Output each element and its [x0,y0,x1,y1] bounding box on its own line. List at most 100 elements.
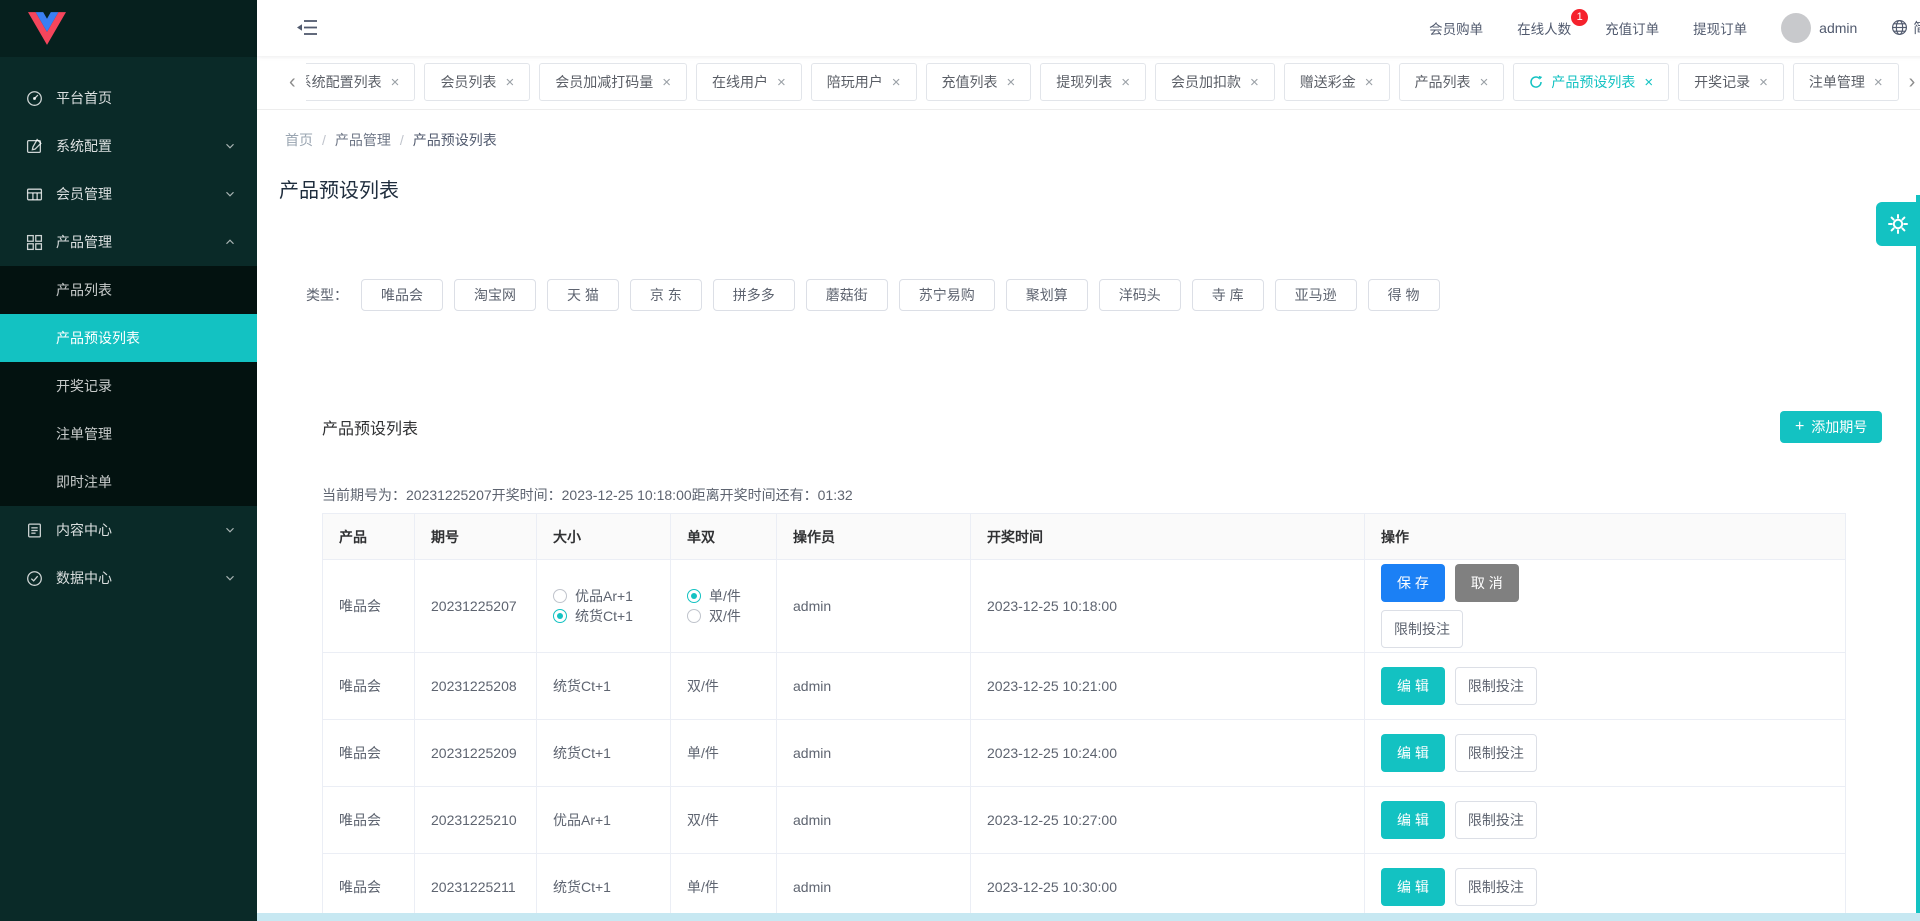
limit-bet-button[interactable]: 限制投注 [1455,734,1537,772]
language-label: 简体 [1913,18,1920,38]
sidebar-item-member-mgmt[interactable]: 会员管理 [0,170,257,218]
type-filter-button[interactable]: 淘宝网 [454,279,536,311]
sidebar-item-system-config[interactable]: 系统配置 [0,122,257,170]
tab-product-preset-list[interactable]: 产品预设列表 × [1513,63,1669,101]
card-title: 产品预设列表 [322,415,418,439]
breadcrumb-product-mgmt[interactable]: 产品管理 [335,130,391,150]
close-icon[interactable]: × [892,75,901,90]
sidebar-subitem-draw-records[interactable]: 开奖记录 [0,362,257,410]
horizontal-scrollbar[interactable] [257,913,1920,921]
sidebar-item-platform-home[interactable]: 平台首页 [0,74,257,122]
limit-bet-button[interactable]: 限制投注 [1455,667,1537,705]
close-icon[interactable]: × [1759,75,1768,90]
table-row: 唯品会 20231225210 优品Ar+1 双/件 admin 2023-12… [323,787,1846,854]
close-icon[interactable]: × [662,75,671,90]
tab-bet-mgmt[interactable]: 注单管理× [1793,63,1899,101]
tab-member-adjust[interactable]: 会员加扣款× [1155,63,1275,101]
add-period-button[interactable]: + 添加期号 [1780,411,1882,443]
save-button[interactable]: 保 存 [1381,564,1445,602]
cell-size-radios: 优品Ar+1 统货Ct+1 [537,560,671,653]
type-filter-label: 类型： [306,285,348,305]
type-filter-button[interactable]: 蘑菇街 [806,279,888,311]
sidebar-item-content-center[interactable]: 内容中心 [0,506,257,554]
settings-gear-button[interactable] [1876,202,1920,246]
size-option-premium[interactable]: 优品Ar+1 [553,586,654,606]
top-header: 会员购单 在线人数 1 充值订单 提现订单 admin 简体 [257,0,1920,56]
tab-label: 会员列表 [440,72,496,92]
avatar [1781,13,1811,43]
nav-withdraw-orders[interactable]: 提现订单 [1693,18,1747,38]
cancel-button[interactable]: 取 消 [1455,564,1519,602]
nav-member-orders[interactable]: 会员购单 [1429,18,1483,38]
radio-label: 优品Ar+1 [575,586,633,606]
breadcrumb-home[interactable]: 首页 [285,130,313,150]
limit-bet-button[interactable]: 限制投注 [1381,610,1463,648]
edit-button[interactable]: 编 辑 [1381,868,1445,906]
tab-member-list[interactable]: 会员列表 × [424,63,530,101]
logo[interactable] [0,0,257,57]
parity-option-odd[interactable]: 单/件 [687,586,760,606]
close-icon[interactable]: × [1365,75,1374,90]
type-filter-button[interactable]: 得 物 [1368,279,1440,311]
close-icon[interactable]: × [1874,75,1883,90]
sidebar-subitem-product-preset-list[interactable]: 产品预设列表 [0,314,257,362]
sidebar-item-product-mgmt[interactable]: 产品管理 [0,218,257,266]
nav-online-count[interactable]: 在线人数 1 [1517,18,1571,38]
col-draw-time: 开奖时间 [971,514,1365,560]
parity-option-even[interactable]: 双/件 [687,606,760,626]
edit-button[interactable]: 编 辑 [1381,667,1445,705]
type-filter-button[interactable]: 拼多多 [713,279,795,311]
tab-label: 产品列表 [1415,72,1471,92]
tab-system-config-list[interactable]: 系统配置列表× [306,63,416,101]
close-icon[interactable]: × [777,75,786,90]
tab-draw-records[interactable]: 开奖记录× [1678,63,1784,101]
type-filter-button[interactable]: 苏宁易购 [899,279,995,311]
sidebar-subitem-product-list[interactable]: 产品列表 [0,266,257,314]
close-icon[interactable]: × [1121,75,1130,90]
tab-withdraw-list[interactable]: 提现列表× [1040,63,1146,101]
type-filter-button[interactable]: 唯品会 [361,279,443,311]
tabs-scroll-right-icon[interactable]: › [1907,72,1918,92]
close-icon[interactable]: × [391,75,400,90]
tab-label: 会员加减打码量 [555,72,653,92]
sidebar-subitem-bet-mgmt[interactable]: 注单管理 [0,410,257,458]
table-row-editing: 唯品会 20231225207 优品Ar+1 统货Ct+1 [323,560,1846,653]
limit-bet-button[interactable]: 限制投注 [1455,801,1537,839]
sidebar-subitem-realtime-bets[interactable]: 即时注单 [0,458,257,506]
main-area: 会员购单 在线人数 1 充值订单 提现订单 admin 简体 [257,0,1920,921]
tab-escort-users[interactable]: 陪玩用户× [811,63,917,101]
limit-bet-button[interactable]: 限制投注 [1455,868,1537,906]
type-filter-button[interactable]: 天 猫 [547,279,619,311]
globe-icon [1891,19,1908,36]
close-icon[interactable]: × [1644,75,1653,90]
tabs-scroll-left-icon[interactable]: ‹ [287,72,298,92]
breadcrumb: 首页 / 产品管理 / 产品预设列表 [285,130,1920,150]
type-filter-button[interactable]: 京 东 [630,279,702,311]
tab-product-list[interactable]: 产品列表 × [1399,63,1505,101]
user-menu[interactable]: admin [1781,13,1857,43]
edit-button[interactable]: 编 辑 [1381,734,1445,772]
sidebar-item-data-center[interactable]: 数据中心 [0,554,257,602]
edit-button[interactable]: 编 辑 [1381,801,1445,839]
menu-fold-button[interactable] [297,19,317,36]
close-icon[interactable]: × [1007,75,1016,90]
type-filter-button[interactable]: 洋码头 [1099,279,1181,311]
close-icon[interactable]: × [1480,75,1489,90]
cell-size: 统货Ct+1 [537,653,671,720]
appstore-icon [26,234,43,251]
tab-recharge-list[interactable]: 充值列表× [926,63,1032,101]
size-option-bulk[interactable]: 统货Ct+1 [553,606,654,626]
tab-member-code-adjust[interactable]: 会员加减打码量 × [539,63,687,101]
cell-period: 20231225210 [415,787,537,854]
nav-recharge-orders[interactable]: 充值订单 [1605,18,1659,38]
tab-online-users[interactable]: 在线用户× [696,63,802,101]
close-icon[interactable]: × [505,75,514,90]
type-filter-button[interactable]: 聚划算 [1006,279,1088,311]
language-switcher[interactable]: 简体 [1891,18,1920,38]
cell-size: 统货Ct+1 [537,720,671,787]
close-icon[interactable]: × [1250,75,1259,90]
refresh-icon[interactable] [1529,75,1543,89]
tab-bonus-gift[interactable]: 赠送彩金× [1284,63,1390,101]
type-filter-button[interactable]: 寺 库 [1192,279,1264,311]
type-filter-button[interactable]: 亚马逊 [1275,279,1357,311]
